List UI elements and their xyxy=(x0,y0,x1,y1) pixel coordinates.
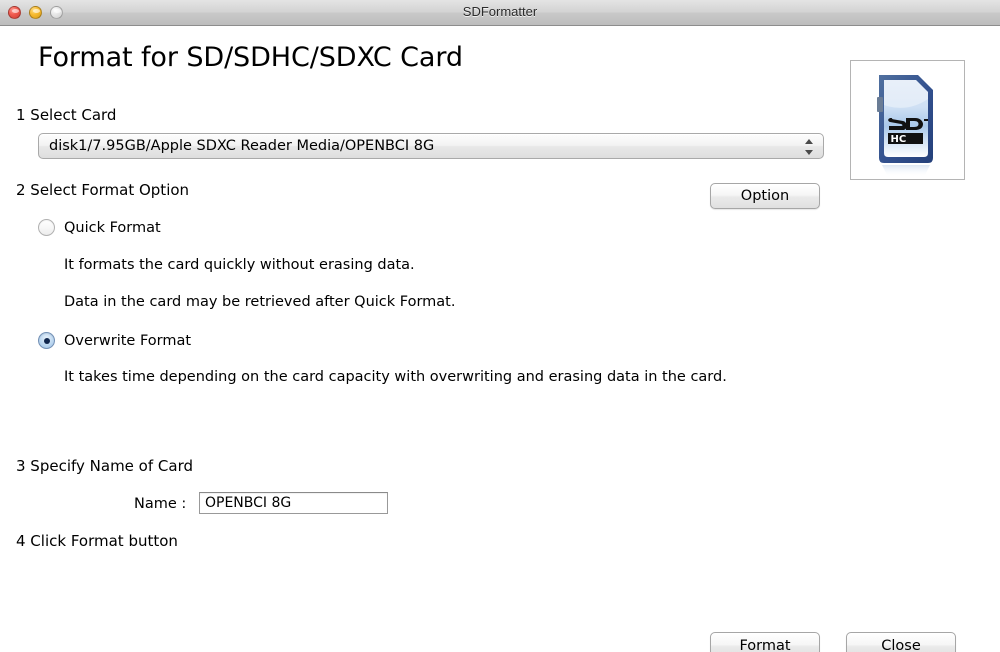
card-name-input[interactable] xyxy=(199,492,388,514)
sd-card-image: HC xyxy=(850,60,965,180)
step1-label: 1 Select Card xyxy=(16,106,117,124)
window-content: Format for SD/SDHC/SDXC Card HC 1 Select… xyxy=(0,26,1000,652)
card-write-notch xyxy=(877,97,883,112)
quick-format-description-2: Data in the card may be retrieved after … xyxy=(64,294,456,310)
card-select-value: disk1/7.95GB/Apple SDXC Reader Media/OPE… xyxy=(49,138,435,154)
chevron-updown-icon xyxy=(805,137,814,157)
quick-format-description-1: It formats the card quickly without eras… xyxy=(64,257,415,273)
window-title: SDFormatter xyxy=(462,4,538,19)
sdformatter-window: SDFormatter Format for SD/SDHC/SDXC Card xyxy=(0,0,1000,652)
radio-overwrite-format[interactable]: Overwrite Format xyxy=(38,332,191,349)
card-reflection xyxy=(882,165,930,177)
radio-quick-format-indicator[interactable] xyxy=(38,219,55,236)
radio-overwrite-format-indicator[interactable] xyxy=(38,332,55,349)
name-field-label: Name : xyxy=(134,496,187,512)
overwrite-format-description-1: It takes time depending on the card capa… xyxy=(64,369,727,385)
page-title: Format for SD/SDHC/SDXC Card xyxy=(38,42,463,73)
radio-overwrite-format-label: Overwrite Format xyxy=(64,332,192,349)
close-button[interactable]: Close xyxy=(846,632,956,652)
radio-quick-format[interactable]: Quick Format xyxy=(38,219,161,236)
step2-label: 2 Select Format Option xyxy=(16,181,190,199)
sd-card-icon: HC xyxy=(877,75,933,177)
card-select-popup[interactable]: disk1/7.95GB/Apple SDXC Reader Media/OPE… xyxy=(38,133,824,159)
step4-label: 4 Click Format button xyxy=(16,532,178,550)
option-button[interactable]: Option xyxy=(710,183,820,209)
window-titlebar: SDFormatter xyxy=(0,0,1000,26)
svg-text:HC: HC xyxy=(891,134,907,145)
radio-quick-format-label: Quick Format xyxy=(64,219,161,236)
step3-label: 3 Specify Name of Card xyxy=(16,457,193,475)
format-button[interactable]: Format xyxy=(710,632,820,652)
